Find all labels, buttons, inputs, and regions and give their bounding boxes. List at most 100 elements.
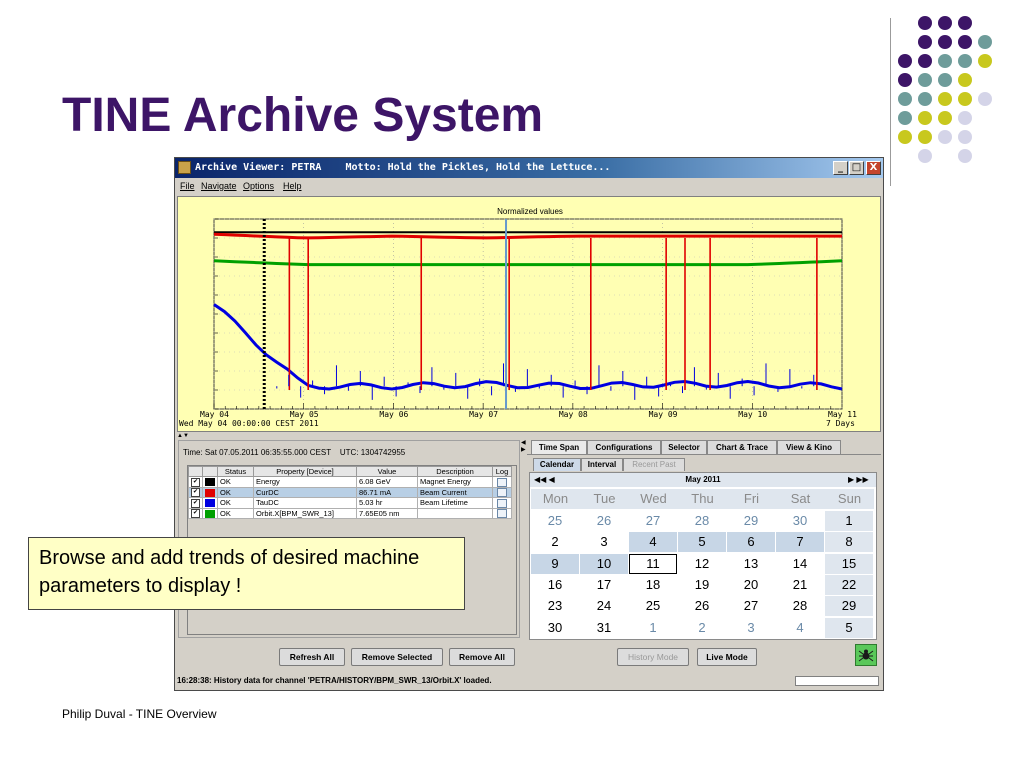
calendar-day[interactable]: 3 [580,532,628,552]
pane-collapse-icon[interactable]: ◀ ▶ [521,440,526,454]
log-checkbox[interactable] [497,477,507,487]
remove-all-button[interactable]: Remove All [449,648,515,666]
calendar-day[interactable]: 24 [580,596,628,616]
table-row[interactable]: ✔ OK Energy 6.08 GeV Magnet Energy [188,476,512,488]
column-header-log[interactable]: Log [492,466,512,477]
calendar-day[interactable]: 29 [825,596,873,617]
calendar-day[interactable]: 28 [776,596,824,616]
calendar-day[interactable]: 20 [727,575,775,595]
live-mode-button[interactable]: Live Mode [697,648,757,666]
calendar-day[interactable]: 27 [629,511,677,531]
decorative-dot [958,111,972,125]
calendar-day[interactable]: 4 [629,532,677,553]
column-header-status[interactable]: Status [217,466,254,477]
column-header-check[interactable] [188,466,203,477]
calendar-prev-nav-icon[interactable]: ◀◀ ◀ [534,473,555,487]
calendar-day[interactable]: 4 [776,618,824,638]
calendar-day[interactable]: 14 [776,554,824,574]
calendar-day[interactable]: 16 [531,575,579,595]
row-checkbox[interactable]: ✔ [188,497,203,509]
window-titlebar[interactable]: Archive Viewer: PETRA Motto: Hold the Pi… [175,158,883,178]
column-header-color[interactable] [202,466,218,477]
subtab-interval[interactable]: Interval [581,458,623,471]
spider-icon[interactable] [855,644,877,666]
split-pane-divider[interactable]: ▲▼ [177,433,881,439]
row-log[interactable] [492,497,512,509]
calendar-day[interactable]: 31 [580,618,628,638]
table-row[interactable]: ✔ OK CurDC 86.71 mA Beam Current [188,486,512,499]
calendar-day[interactable]: 5 [678,532,726,553]
calendar-day[interactable]: 15 [825,553,873,574]
calendar-day[interactable]: 30 [776,511,824,531]
calendar-day[interactable]: 23 [531,596,579,616]
minimize-button[interactable]: _ [833,161,848,175]
log-checkbox[interactable] [497,498,507,508]
column-header-description[interactable]: Description [417,466,493,477]
row-color-swatch[interactable] [202,497,218,509]
calendar-day[interactable]: 1 [629,618,677,638]
calendar-next-nav-icon[interactable]: ▶ ▶▶ [848,473,869,487]
log-checkbox[interactable] [497,509,507,519]
menu-options[interactable]: Options [243,178,274,194]
calendar-day[interactable]: 2 [678,618,726,638]
calendar-day[interactable]: 2 [531,532,579,552]
calendar-day[interactable]: 6 [727,532,775,553]
maximize-button[interactable]: □ [849,161,864,175]
column-header-value[interactable]: Value [356,466,418,477]
log-checkbox[interactable] [497,488,507,498]
column-header-property[interactable]: Property [Device] [253,466,357,477]
calendar-day[interactable]: 25 [629,596,677,616]
calendar-day[interactable]: 30 [531,618,579,638]
calendar-day[interactable]: 13 [727,554,775,574]
tab-chart-trace[interactable]: Chart & Trace [707,440,777,454]
remove-selected-button[interactable]: Remove Selected [351,648,443,666]
tab-selector[interactable]: Selector [661,440,707,454]
tab-view-kino[interactable]: View & Kino [777,440,841,454]
tab-time-span[interactable]: Time Span [531,440,587,454]
menu-navigate[interactable]: Navigate [201,178,237,194]
calendar-day[interactable]: 11 [629,553,677,574]
subtab-calendar[interactable]: Calendar [533,458,581,471]
tab-configurations[interactable]: Configurations [587,440,661,454]
row-checkbox[interactable]: ✔ [188,507,203,520]
row-log[interactable] [492,476,512,488]
row-checkbox-box[interactable]: ✔ [191,509,200,519]
row-color-swatch[interactable] [202,476,218,488]
row-log[interactable] [492,507,512,520]
table-row[interactable]: ✔ OK Orbit.X[BPM_SWR_13] 7.65E05 nm [188,507,512,520]
row-color-swatch[interactable] [202,486,218,499]
calendar-day[interactable]: 18 [629,575,677,595]
row-log[interactable] [492,486,512,499]
calendar-day[interactable]: 27 [727,596,775,616]
calendar-day[interactable]: 26 [678,596,726,616]
calendar-day[interactable]: 9 [531,553,579,574]
calendar-day[interactable]: 8 [825,532,873,553]
calendar-day[interactable]: 5 [825,617,873,638]
row-color-swatch[interactable] [202,507,218,520]
calendar-day[interactable]: 12 [678,554,726,574]
menu-file[interactable]: File [180,178,195,194]
row-checkbox[interactable]: ✔ [188,476,203,488]
calendar-day[interactable]: 28 [678,511,726,531]
calendar-day[interactable]: 3 [727,618,775,638]
calendar-day[interactable]: 22 [825,574,873,595]
close-button[interactable]: X [866,161,881,175]
trend-plot[interactable]: Normalized values May 04 May 05 May 06 May … [177,196,881,432]
calendar-day[interactable]: 26 [580,511,628,531]
calendar-day[interactable]: 21 [776,575,824,595]
calendar-day[interactable]: 7 [776,532,824,553]
row-checkbox-box[interactable]: ✔ [191,488,200,498]
split-arrows-icon[interactable]: ▲▼ [177,433,189,439]
calendar-day[interactable]: 19 [678,575,726,595]
calendar-day[interactable]: 17 [580,575,628,595]
refresh-all-button[interactable]: Refresh All [279,648,345,666]
row-checkbox-box[interactable]: ✔ [191,477,200,487]
row-checkbox-box[interactable]: ✔ [191,498,200,508]
menu-help[interactable]: Help [283,178,302,194]
calendar-day[interactable]: 29 [727,511,775,531]
calendar-day[interactable]: 10 [580,553,628,574]
calendar-day[interactable]: 1 [825,511,873,531]
row-checkbox[interactable]: ✔ [188,486,203,499]
calendar-day[interactable]: 25 [531,511,579,531]
table-row[interactable]: ✔ OK TauDC 5.03 hr Beam Lifetime [188,497,512,509]
